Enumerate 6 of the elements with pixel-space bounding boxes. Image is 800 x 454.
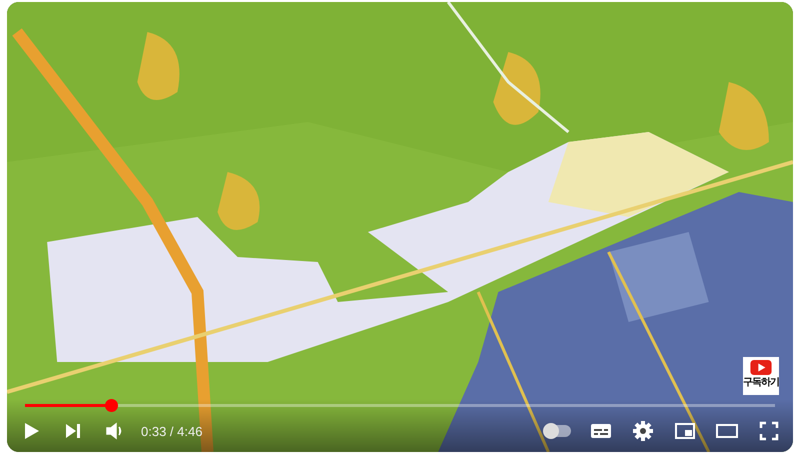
settings-icon[interactable] xyxy=(631,419,655,443)
play-logo-icon xyxy=(750,360,772,375)
time-display: 0:33 / 4:46 xyxy=(141,424,202,438)
fullscreen-icon[interactable] xyxy=(757,419,781,443)
subscribe-button[interactable]: 구독하기 xyxy=(743,357,779,395)
autoplay-toggle[interactable] xyxy=(545,425,571,437)
